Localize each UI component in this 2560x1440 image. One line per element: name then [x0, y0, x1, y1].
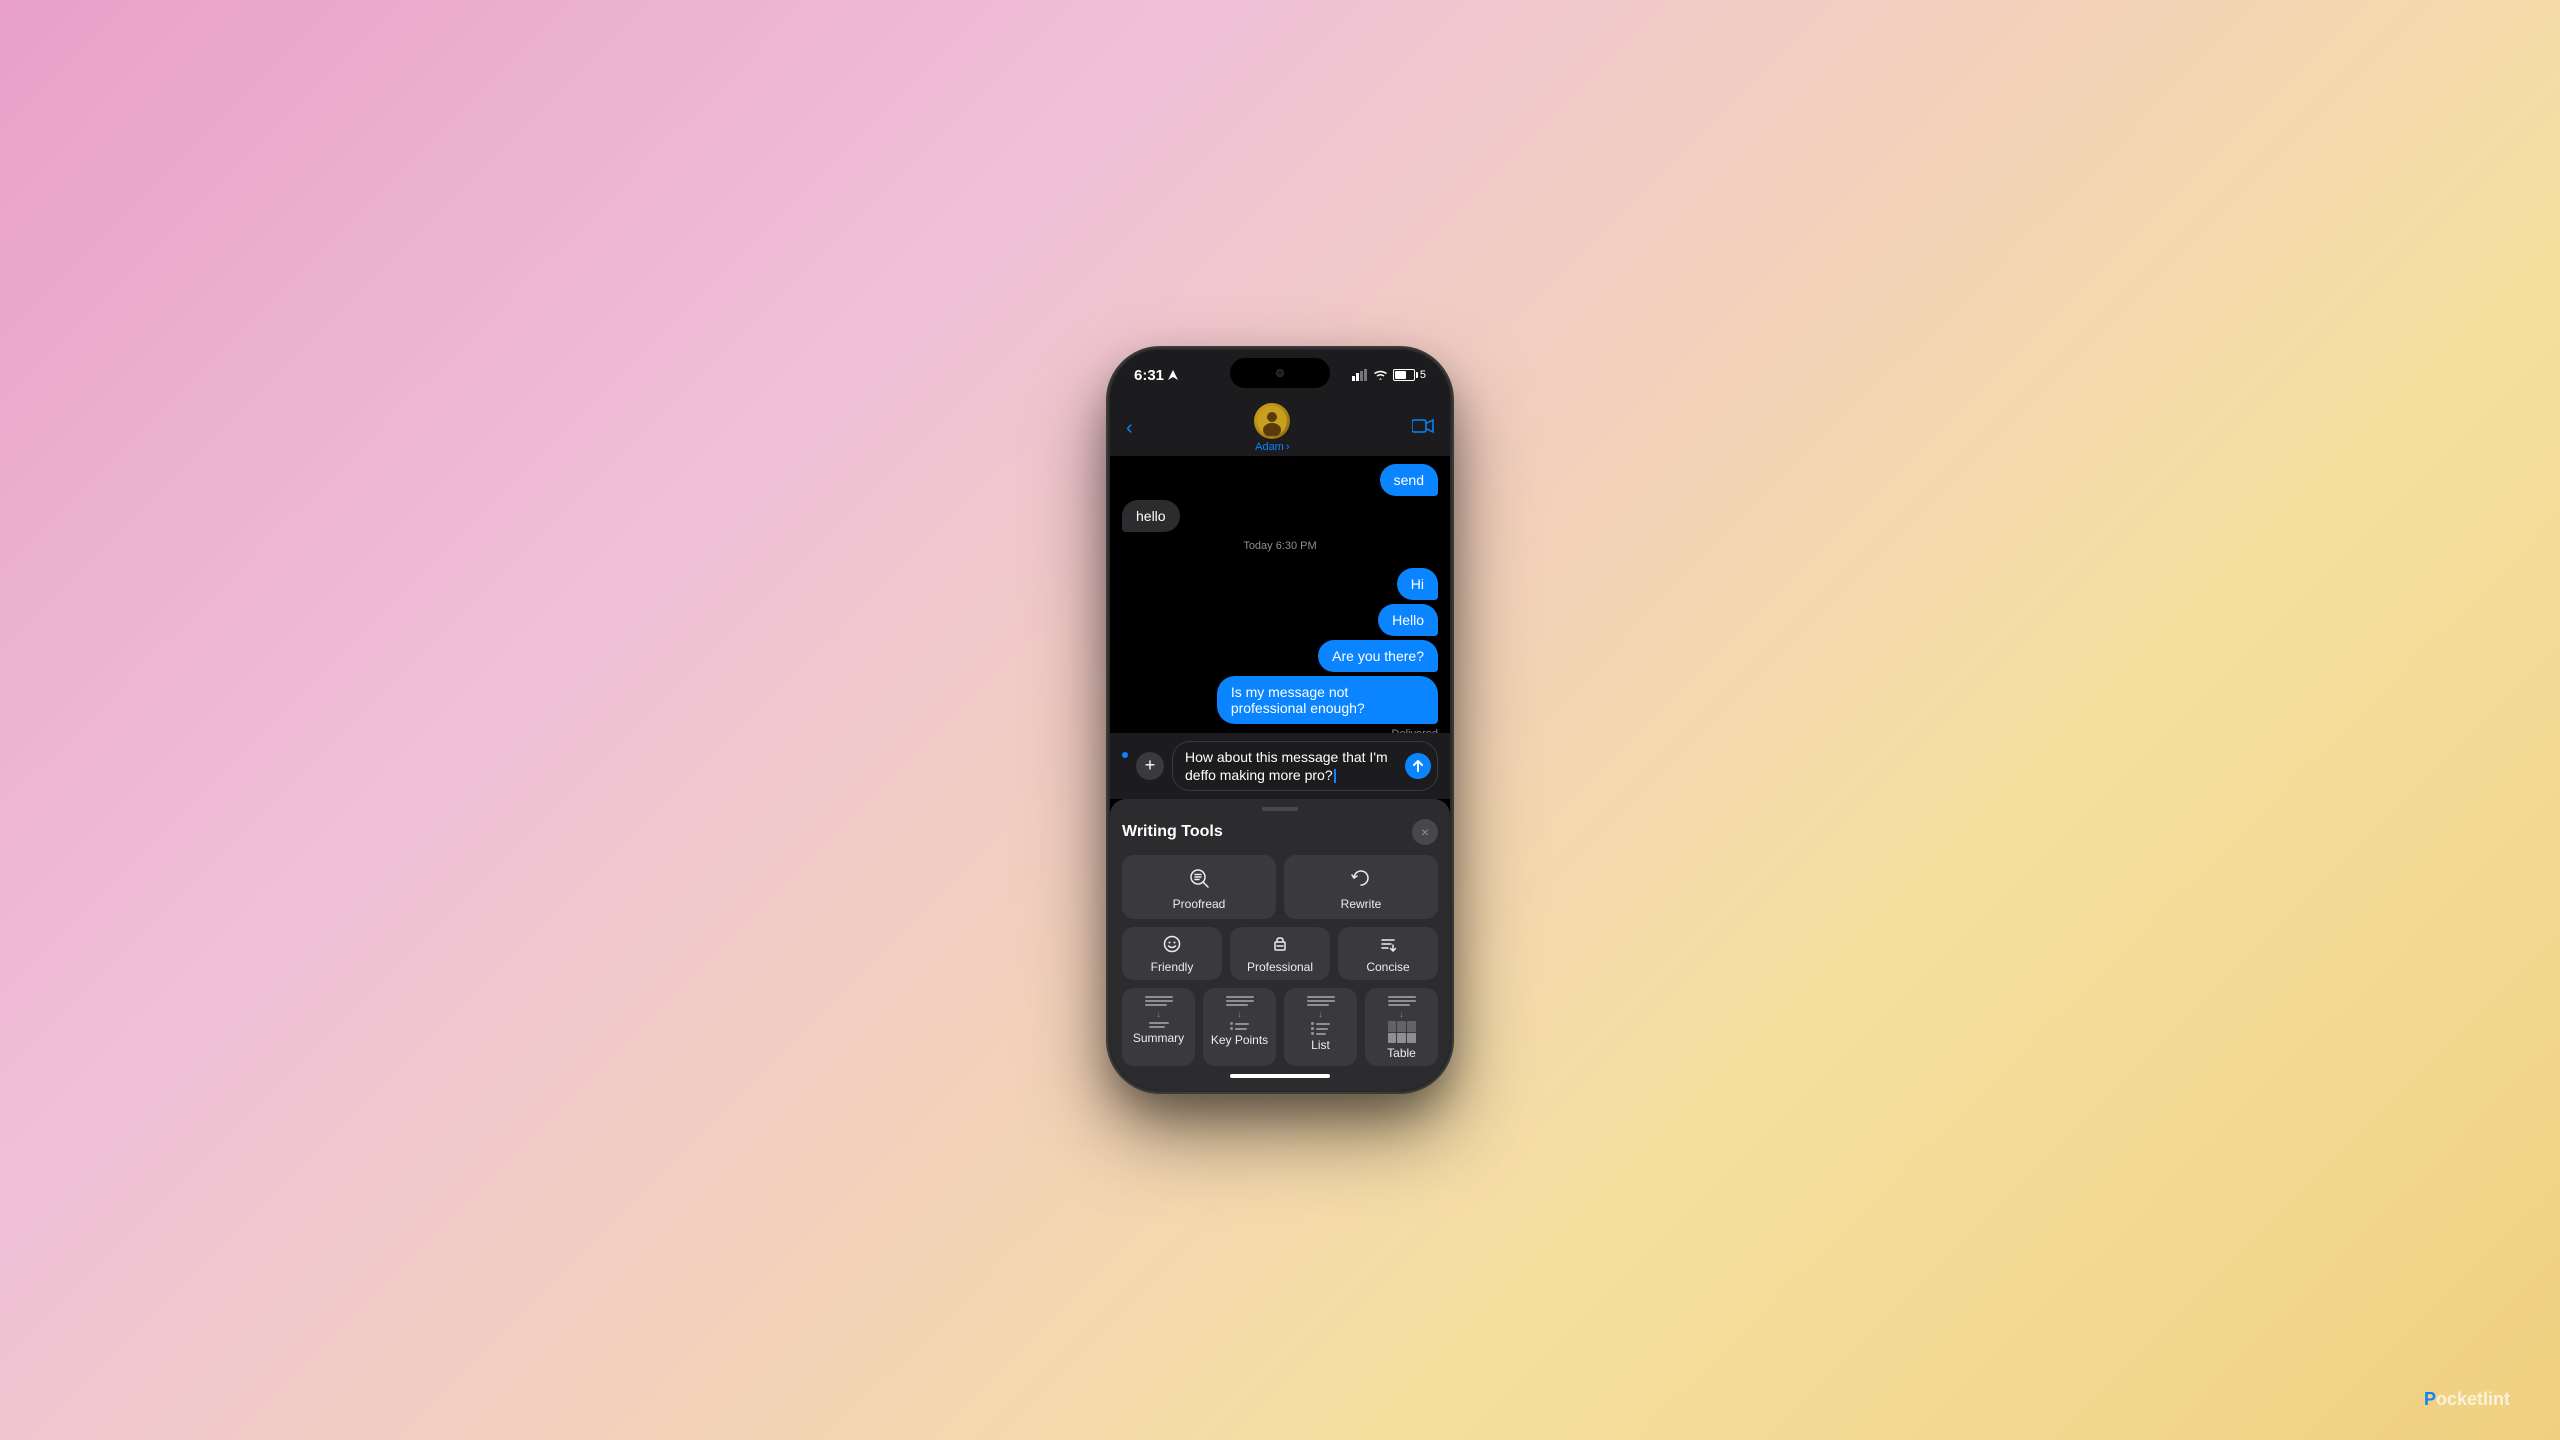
rewrite-button[interactable]: Rewrite — [1284, 855, 1438, 919]
messages-area: send hello Today 6:30 PM Hi Hello Are yo… — [1110, 456, 1450, 733]
summary-label: Summary — [1133, 1031, 1184, 1045]
drag-handle[interactable] — [1262, 807, 1298, 811]
list-button[interactable]: ↓ — [1284, 988, 1357, 1066]
writing-tools-header: Writing Tools × — [1122, 819, 1438, 845]
summary-button[interactable]: ↓ Summary — [1122, 988, 1195, 1066]
dynamic-island — [1230, 358, 1330, 388]
proofread-label: Proofread — [1173, 897, 1226, 911]
summary-icon: ↓ — [1145, 996, 1173, 1028]
pocketlint-watermark: Pocketlint — [2424, 1389, 2510, 1410]
bubble-indicator — [1122, 752, 1128, 758]
add-attachment-button[interactable]: + — [1136, 752, 1164, 780]
battery-fill — [1395, 371, 1406, 379]
writing-tools-row-1: Proofread Rewrite — [1122, 855, 1438, 919]
phone-frame: 6:31 — [1110, 350, 1450, 1090]
proofread-button[interactable]: Proofread — [1122, 855, 1276, 919]
message-input-text[interactable]: How about this message that I'm deffo ma… — [1185, 748, 1397, 784]
professional-label: Professional — [1247, 960, 1313, 974]
key-points-label: Key Points — [1211, 1033, 1268, 1047]
message-sent-send: send — [1380, 464, 1438, 496]
table-icon: ↓ — [1388, 996, 1416, 1043]
writing-tools-panel: Writing Tools × — [1110, 799, 1450, 1090]
concise-icon — [1379, 935, 1397, 957]
writing-tools-row-2: Friendly Professional — [1122, 927, 1438, 980]
message-sent-hi: Hi — [1397, 568, 1438, 600]
message-received-hello: hello — [1122, 500, 1180, 532]
concise-button[interactable]: Concise — [1338, 927, 1438, 980]
friendly-button[interactable]: Friendly — [1122, 927, 1222, 980]
message-timestamp: Today 6:30 PM — [1122, 540, 1438, 552]
video-call-button[interactable] — [1412, 418, 1434, 439]
signal-icon — [1352, 369, 1368, 381]
battery-icon — [1393, 369, 1415, 381]
concise-label: Concise — [1366, 960, 1409, 974]
key-points-icon: ↓ — [1226, 996, 1254, 1030]
wifi-icon — [1373, 369, 1388, 381]
camera-dot — [1276, 369, 1284, 377]
nav-bar: ‹ Adam › — [1110, 400, 1450, 456]
location-icon — [1168, 370, 1178, 380]
screen: 6:31 — [1110, 350, 1450, 1090]
list-label: List — [1311, 1038, 1330, 1052]
rewrite-icon — [1350, 867, 1372, 893]
status-icons: 5 — [1352, 369, 1426, 381]
message-input-container[interactable]: How about this message that I'm deffo ma… — [1172, 741, 1438, 791]
battery-label: 5 — [1420, 369, 1426, 381]
professional-button[interactable]: Professional — [1230, 927, 1330, 980]
status-time: 6:31 — [1134, 367, 1178, 384]
send-button[interactable] — [1405, 753, 1431, 779]
contact-name: Adam › — [1255, 441, 1289, 453]
send-icon — [1412, 760, 1424, 772]
video-icon — [1412, 418, 1434, 434]
text-cursor — [1334, 769, 1336, 783]
input-area: + How about this message that I'm deffo … — [1110, 733, 1450, 799]
contact-info[interactable]: Adam › — [1254, 403, 1290, 453]
message-sent-professional: Is my message not professional enough? — [1217, 676, 1438, 724]
avatar-image — [1257, 406, 1287, 436]
friendly-icon — [1163, 935, 1181, 957]
table-label: Table — [1387, 1046, 1416, 1060]
friendly-label: Friendly — [1151, 960, 1194, 974]
rewrite-label: Rewrite — [1341, 897, 1382, 911]
message-sent-hello: Hello — [1378, 604, 1438, 636]
professional-icon — [1271, 935, 1289, 957]
writing-tools-close-button[interactable]: × — [1412, 819, 1438, 845]
key-points-button[interactable]: ↓ Key Points — [1203, 988, 1276, 1066]
home-indicator — [1230, 1074, 1330, 1078]
proofread-icon — [1188, 867, 1210, 893]
list-icon: ↓ — [1307, 996, 1335, 1035]
writing-tools-row-3: ↓ Summary ↓ — [1122, 988, 1438, 1066]
status-bar: 6:31 — [1110, 350, 1450, 400]
writing-tools-title: Writing Tools — [1122, 823, 1223, 841]
back-button[interactable]: ‹ — [1126, 417, 1133, 440]
contact-avatar — [1254, 403, 1290, 439]
message-sent-areyouthere: Are you there? — [1318, 640, 1438, 672]
table-button[interactable]: ↓ Table — [1365, 988, 1438, 1066]
